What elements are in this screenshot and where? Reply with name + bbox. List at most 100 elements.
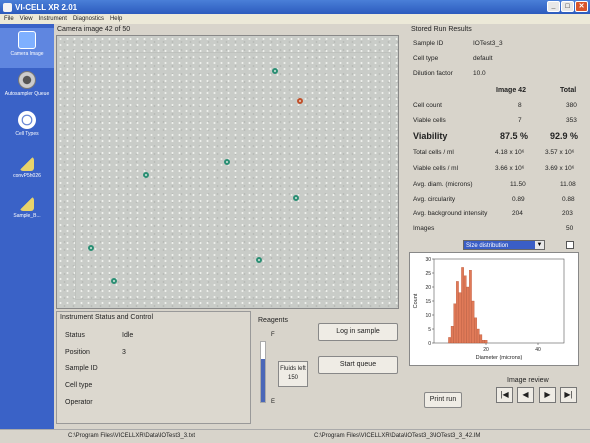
result-label: Avg. background intensity — [413, 210, 488, 217]
log-in-sample-button[interactable]: Log in sample — [318, 323, 398, 341]
sidebar-item-label: Camera Image — [10, 51, 44, 57]
y-tick-label: 0 — [428, 341, 431, 347]
histogram-bar — [456, 281, 459, 344]
print-run-button[interactable]: Print run — [424, 392, 462, 408]
results-file-path: C:\Program Files\VICELLXR\Data\IOTest3_3… — [68, 433, 196, 439]
sidebar-item-sample-1[interactable]: convP5h026 — [0, 154, 54, 194]
chevron-down-icon[interactable]: ▼ — [535, 241, 544, 249]
result-image-value: 204 — [512, 210, 523, 217]
result-label: Avg. diam. (microns) — [413, 181, 473, 188]
result-total-value: 0.88 — [562, 196, 575, 203]
sidebar-item-label: Cell Types — [15, 131, 39, 137]
histogram-bar — [476, 328, 480, 344]
cell-type-value: default — [473, 55, 493, 62]
histogram-bar — [469, 270, 472, 344]
menu-diagnostics[interactable]: Diagnostics — [73, 16, 104, 22]
close-button[interactable]: ✕ — [575, 1, 588, 12]
y-tick-label: 15 — [425, 299, 431, 305]
y-tick-label: 25 — [425, 271, 431, 277]
y-tick-label: 30 — [425, 257, 431, 263]
previous-image-button[interactable]: ◀ — [517, 387, 534, 403]
position-value: 3 — [122, 349, 126, 356]
menu-bar: File View Instrument Diagnostics Help — [0, 14, 590, 24]
flask-icon — [20, 197, 34, 211]
next-image-button[interactable]: ▶ — [539, 387, 556, 403]
result-total-value: 203 — [562, 210, 573, 217]
result-image-value: 8 — [518, 102, 522, 109]
viable-cell-marker — [111, 278, 117, 284]
viable-cell-marker — [224, 159, 230, 165]
status-bar: C:\Program Files\VICELLXR\Data\IOTest3_3… — [0, 429, 590, 443]
graph-options-checkbox[interactable] — [566, 241, 574, 249]
minimize-button[interactable]: _ — [547, 1, 560, 12]
dilution-value: 10.0 — [473, 70, 486, 77]
cell-type-label: Cell type — [65, 382, 93, 389]
result-total-value: 353 — [566, 117, 577, 124]
sidebar-item-label: Autosampler Queue — [4, 91, 50, 97]
viable-cell-marker — [88, 245, 94, 251]
last-image-button[interactable]: ▶| — [560, 387, 577, 403]
camera-image — [56, 35, 399, 309]
result-label: Avg. circularity — [413, 196, 456, 203]
image-column-header: Image 42 — [496, 87, 526, 94]
fluids-left-value: 150 — [287, 375, 298, 381]
flask-icon — [20, 157, 34, 171]
position-label: Position — [65, 349, 90, 356]
image-file-path: C:\Program Files\VICELLXR\Data\IOTest3_3… — [314, 433, 481, 439]
viability-total-value: 92.9 % — [550, 131, 579, 141]
operator-label: Operator — [65, 399, 93, 406]
graph-type-select[interactable]: Size distribution ▼ — [463, 240, 545, 250]
fluids-left-box: Fluids left 150 — [278, 361, 308, 387]
autosampler-icon — [18, 71, 36, 89]
viable-cell-marker — [143, 172, 149, 178]
viable-cell-marker — [256, 257, 262, 263]
result-total-value: 50 — [566, 225, 574, 232]
y-tick-label: 5 — [428, 327, 431, 333]
counting-area — [75, 52, 391, 300]
result-total-value: 3.57 x 10⁶ — [545, 149, 575, 156]
sidebar-item-autosampler[interactable]: Autosampler Queue — [0, 68, 54, 108]
sidebar-item-label: Sample_B... — [13, 213, 41, 219]
menu-help[interactable]: Help — [110, 16, 122, 22]
histogram-bar — [453, 303, 457, 344]
histogram-svg: 0 5 10 15 20 25 30 20 40 Diameter (microns) Count — [413, 257, 565, 361]
histogram-bar — [474, 317, 477, 344]
menu-instrument[interactable]: Instrument — [39, 16, 67, 22]
maximize-button[interactable]: □ — [561, 1, 574, 12]
cell-type-label: Cell type — [413, 55, 439, 62]
app-icon — [3, 2, 12, 12]
menu-file[interactable]: File — [4, 16, 14, 22]
viability-image-value: 87.5 % — [500, 131, 529, 141]
instrument-status-panel: Instrument Status and Control Status Idl… — [56, 311, 251, 424]
result-label: Total cells / ml — [413, 149, 454, 156]
empty-mark: E — [271, 399, 276, 405]
camera-icon — [18, 31, 36, 49]
result-label: Images — [413, 225, 435, 232]
reagents-title: Reagents — [258, 317, 288, 324]
sample-id-label: Sample ID — [413, 40, 444, 47]
first-image-button[interactable]: |◀ — [496, 387, 513, 403]
result-total-value: 11.08 — [560, 181, 576, 188]
y-tick-label: 10 — [425, 313, 431, 319]
result-image-value: 7 — [518, 117, 522, 124]
sidebar-item-sample-2[interactable]: Sample_B... — [0, 194, 54, 234]
result-image-value: 3.66 x 10⁶ — [495, 165, 525, 172]
histogram-bar — [448, 337, 451, 344]
sidebar-item-camera-image[interactable]: Camera Image — [0, 28, 54, 68]
result-image-value: 4.18 x 10⁶ — [495, 149, 525, 156]
menu-view[interactable]: View — [20, 16, 33, 22]
histogram-bar — [450, 326, 454, 344]
start-queue-button[interactable]: Start queue — [318, 356, 398, 374]
full-mark: F — [271, 332, 275, 338]
stored-run-results: Stored Run Results Sample ID IOTest3_3 C… — [408, 26, 588, 248]
y-tick-label: 20 — [425, 285, 431, 291]
histogram-bar — [479, 334, 483, 344]
result-label: Cell count — [413, 102, 442, 109]
viable-cell-marker — [272, 68, 278, 74]
sidebar-item-cell-types[interactable]: Cell Types — [0, 108, 54, 148]
viability-label: Viability — [413, 131, 448, 141]
histogram-bar — [463, 275, 467, 344]
camera-image-label: Camera image 42 of 50 — [57, 26, 131, 33]
window-title: VI-CELL XR 2.01 — [15, 2, 78, 12]
sample-id-value: IOTest3_3 — [473, 40, 503, 47]
